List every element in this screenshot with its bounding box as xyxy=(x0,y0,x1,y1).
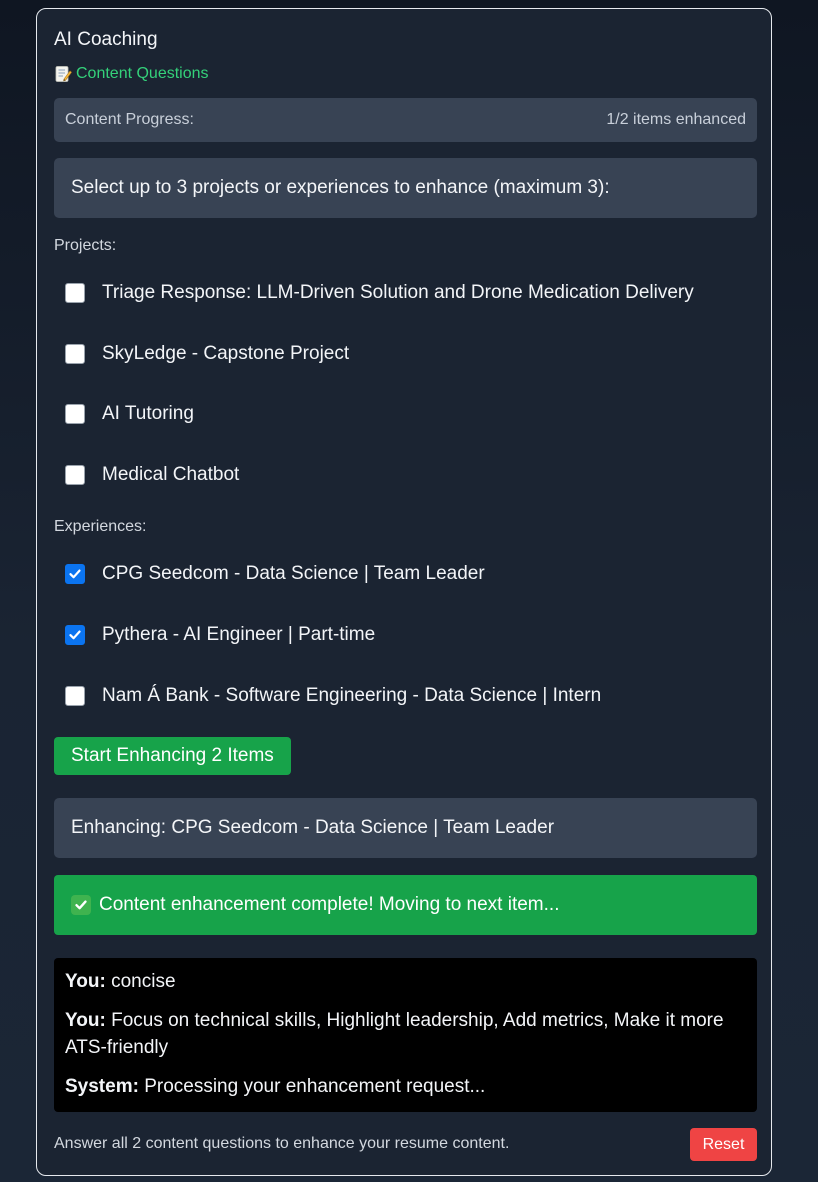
project-option-ai-tutoring[interactable]: AI Tutoring xyxy=(65,403,194,425)
experience-option-nam-a-bank[interactable]: Nam Á Bank - Software Engineering - Data… xyxy=(65,685,601,707)
checkbox[interactable] xyxy=(65,283,85,303)
chat-text: Focus on technical skills, Highlight lea… xyxy=(65,1010,724,1058)
enhancing-status-text: Enhancing: CPG Seedcom - Data Science | … xyxy=(71,817,555,838)
start-enhancing-button[interactable]: Start Enhancing 2 Items xyxy=(54,737,291,775)
checkbox[interactable] xyxy=(65,344,85,364)
checkbox[interactable] xyxy=(65,404,85,424)
section-subtitle: Content Questions xyxy=(54,65,209,83)
chat-log: You: concise You: Focus on technical ski… xyxy=(54,958,757,1112)
project-option-triage[interactable]: Triage Response: LLM-Driven Solution and… xyxy=(65,282,694,304)
progress-label: Content Progress: xyxy=(65,111,194,128)
option-label: Pythera - AI Engineer | Part-time xyxy=(102,624,376,645)
enhancing-status-box: Enhancing: CPG Seedcom - Data Science | … xyxy=(54,798,757,858)
option-label: CPG Seedcom - Data Science | Team Leader xyxy=(102,563,485,584)
footer-hint: Answer all 2 content questions to enhanc… xyxy=(54,1135,510,1152)
ai-coaching-panel: AI Coaching Content Questions Content Pr… xyxy=(36,8,772,1176)
experiences-heading: Experiences: xyxy=(54,518,147,535)
chat-message: You: concise xyxy=(65,968,746,995)
chat-message: You: Focus on technical skills, Highligh… xyxy=(65,1007,746,1061)
progress-value: 1/2 items enhanced xyxy=(606,111,746,128)
checkbox-checked[interactable] xyxy=(65,625,85,645)
option-label: AI Tutoring xyxy=(102,403,194,424)
chat-speaker: System: xyxy=(65,1076,139,1097)
chat-speaker: You: xyxy=(65,1010,106,1031)
project-option-skyledge[interactable]: SkyLedge - Capstone Project xyxy=(65,343,349,365)
chat-text: Processing your enhancement request... xyxy=(144,1076,486,1097)
project-option-medical-chatbot[interactable]: Medical Chatbot xyxy=(65,464,239,486)
subtitle-label: Content Questions xyxy=(76,65,209,82)
checkbox[interactable] xyxy=(65,686,85,706)
checkbox-checked[interactable] xyxy=(65,564,85,584)
instruction-box: Select up to 3 projects or experiences t… xyxy=(54,158,757,218)
chat-speaker: You: xyxy=(65,971,106,992)
option-label: Medical Chatbot xyxy=(102,464,240,485)
content-progress-bar: Content Progress: 1/2 items enhanced xyxy=(54,98,757,142)
chat-text: concise xyxy=(111,971,176,992)
option-label: SkyLedge - Capstone Project xyxy=(102,343,350,364)
experience-option-cpg-seedcom[interactable]: CPG Seedcom - Data Science | Team Leader xyxy=(65,563,485,585)
success-banner: Content enhancement complete! Moving to … xyxy=(54,875,757,935)
option-label: Triage Response: LLM-Driven Solution and… xyxy=(102,282,694,303)
instruction-text: Select up to 3 projects or experiences t… xyxy=(71,177,610,198)
experience-option-pythera[interactable]: Pythera - AI Engineer | Part-time xyxy=(65,624,375,646)
checkmark-icon xyxy=(69,630,81,640)
option-label: Nam Á Bank - Software Engineering - Data… xyxy=(102,685,602,706)
checkbox[interactable] xyxy=(65,465,85,485)
checkmark-icon xyxy=(69,569,81,579)
check-mark-button-icon xyxy=(71,895,91,915)
reset-button[interactable]: Reset xyxy=(690,1128,757,1161)
panel-title: AI Coaching xyxy=(54,29,158,50)
success-text: Content enhancement complete! Moving to … xyxy=(99,894,560,915)
memo-icon xyxy=(54,65,72,83)
chat-message: System: Processing your enhancement requ… xyxy=(65,1073,746,1100)
projects-heading: Projects: xyxy=(54,237,117,254)
